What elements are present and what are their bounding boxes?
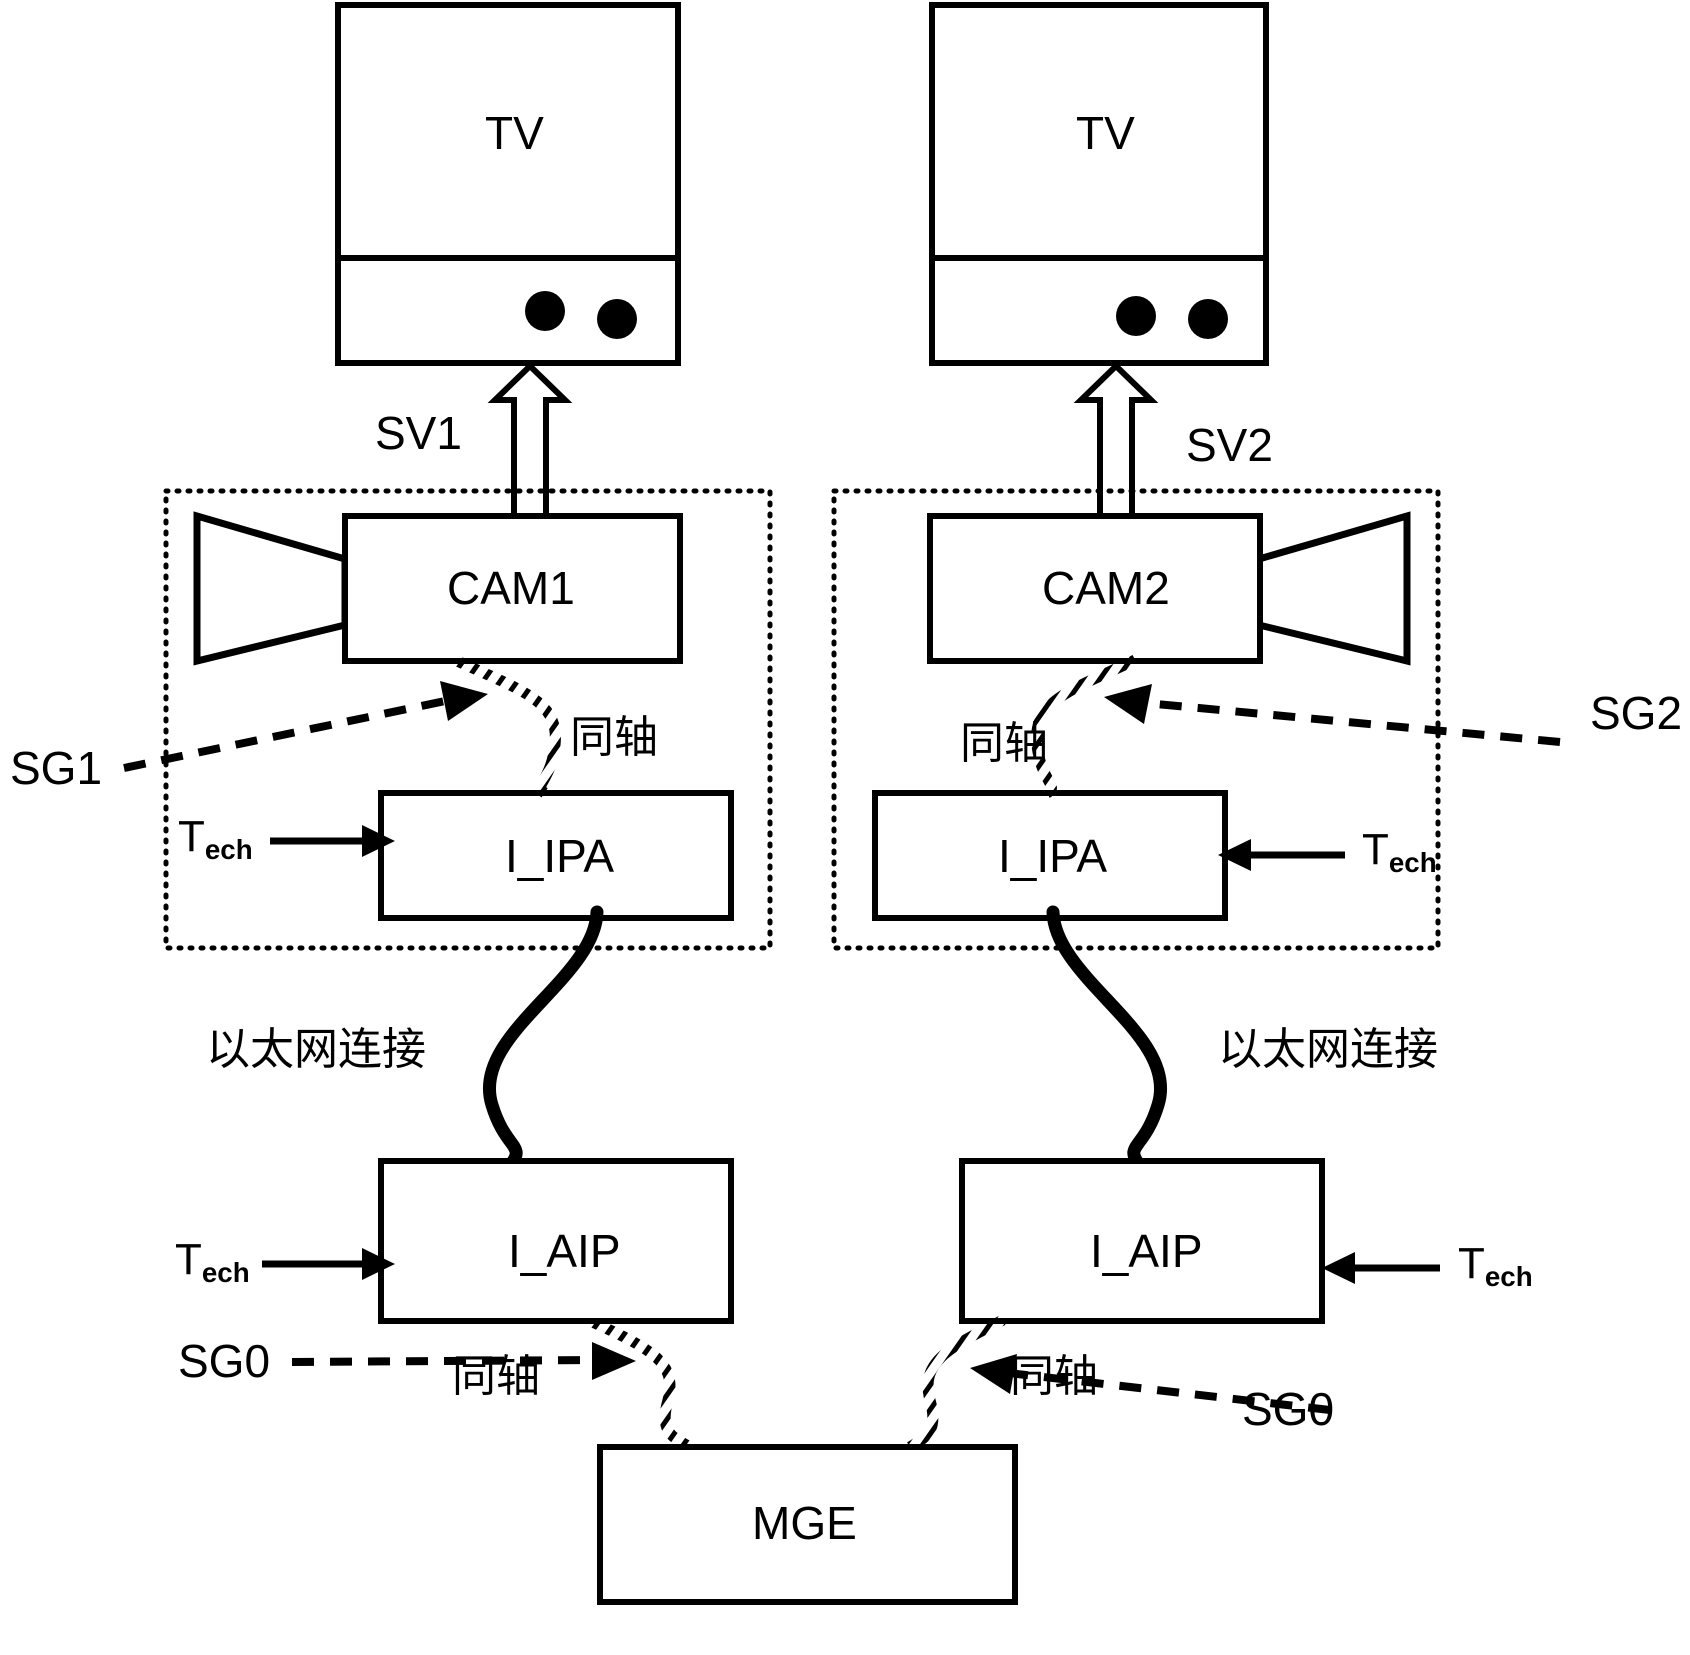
tv-left-label: TV xyxy=(485,107,544,159)
left-ipa-clock-label: Tech xyxy=(178,812,253,866)
video-arrow-left xyxy=(487,361,573,522)
coax-cable-icon xyxy=(1031,655,1138,798)
dashed-signal-arrow-icon xyxy=(1104,684,1152,724)
tv-left xyxy=(335,2,681,366)
right-sg0-label: SG0 xyxy=(1242,1383,1335,1435)
right-sg2-signal xyxy=(1104,684,1561,746)
left-mge-coax-cable xyxy=(585,1314,693,1452)
cam1-label: CAM1 xyxy=(447,562,575,614)
right-ipa-label: I_IPA xyxy=(998,830,1108,882)
tv-right xyxy=(929,2,1269,366)
right-aip-coax-label: 同轴 xyxy=(1010,1351,1098,1402)
left-ethernet-label: 以太网连接 xyxy=(206,1024,426,1075)
mge-label: MGE xyxy=(752,1497,857,1549)
right-ipa-clock-arrow xyxy=(1218,839,1345,871)
camera-lens-icon xyxy=(1255,511,1411,666)
camera-lens-icon xyxy=(193,511,349,666)
dashed-signal-arrow-icon xyxy=(592,1342,636,1380)
right-coax-label: 同轴 xyxy=(960,718,1048,769)
sv2-label: SV2 xyxy=(1186,419,1273,471)
sg1-label: SG1 xyxy=(10,742,103,794)
right-aip-clock-arrow xyxy=(1322,1252,1440,1284)
sv1-label: SV1 xyxy=(375,407,462,459)
coax-cable-icon xyxy=(907,1315,1006,1452)
indicator-led-icon xyxy=(1188,299,1228,339)
left-coax-label: 同轴 xyxy=(570,712,658,763)
left-aip-clock-arrow xyxy=(262,1248,395,1280)
right-aip-label: I_AIP xyxy=(1090,1225,1203,1277)
coax-cable-icon xyxy=(585,1314,693,1452)
indicator-led-icon xyxy=(1116,296,1156,336)
dashed-signal-arrow-icon xyxy=(440,681,488,721)
left-sg1-signal xyxy=(123,681,488,772)
left-ipa-label: I_IPA xyxy=(505,830,615,882)
sg2-label: SG2 xyxy=(1590,687,1683,739)
hollow-up-arrow-icon xyxy=(1073,361,1159,522)
coax-cable-icon xyxy=(452,655,561,798)
left-ipa-clock-arrow xyxy=(270,825,395,857)
left-aip-label: I_AIP xyxy=(508,1225,621,1277)
hollow-up-arrow-icon xyxy=(487,361,573,522)
indicator-led-icon xyxy=(525,291,565,331)
clock-input-arrow-icon xyxy=(1322,1252,1355,1284)
right-mge-coax-cable xyxy=(907,1315,1006,1452)
video-arrow-right xyxy=(1073,361,1159,522)
right-aip-clock-label: Tech xyxy=(1458,1239,1533,1293)
left-sg0-label: SG0 xyxy=(178,1335,271,1387)
camera-left xyxy=(193,511,683,666)
left-aip-coax-label: 同轴 xyxy=(452,1351,540,1402)
right-ethernet-label: 以太网连接 xyxy=(1218,1024,1438,1075)
left-coax-cable xyxy=(452,655,561,798)
patent-figure: TV SV1 CAM1 SG1 同轴 Tech I_IPA 以太网连接 Tech… xyxy=(0,0,1690,1655)
right-coax-cable xyxy=(1031,655,1138,798)
left-aip-clock-label: Tech xyxy=(175,1235,250,1289)
cam2-label: CAM2 xyxy=(1042,562,1170,614)
tv-right-label: TV xyxy=(1076,107,1135,159)
indicator-led-icon xyxy=(597,299,637,339)
right-ipa-clock-label: Tech xyxy=(1362,825,1437,879)
